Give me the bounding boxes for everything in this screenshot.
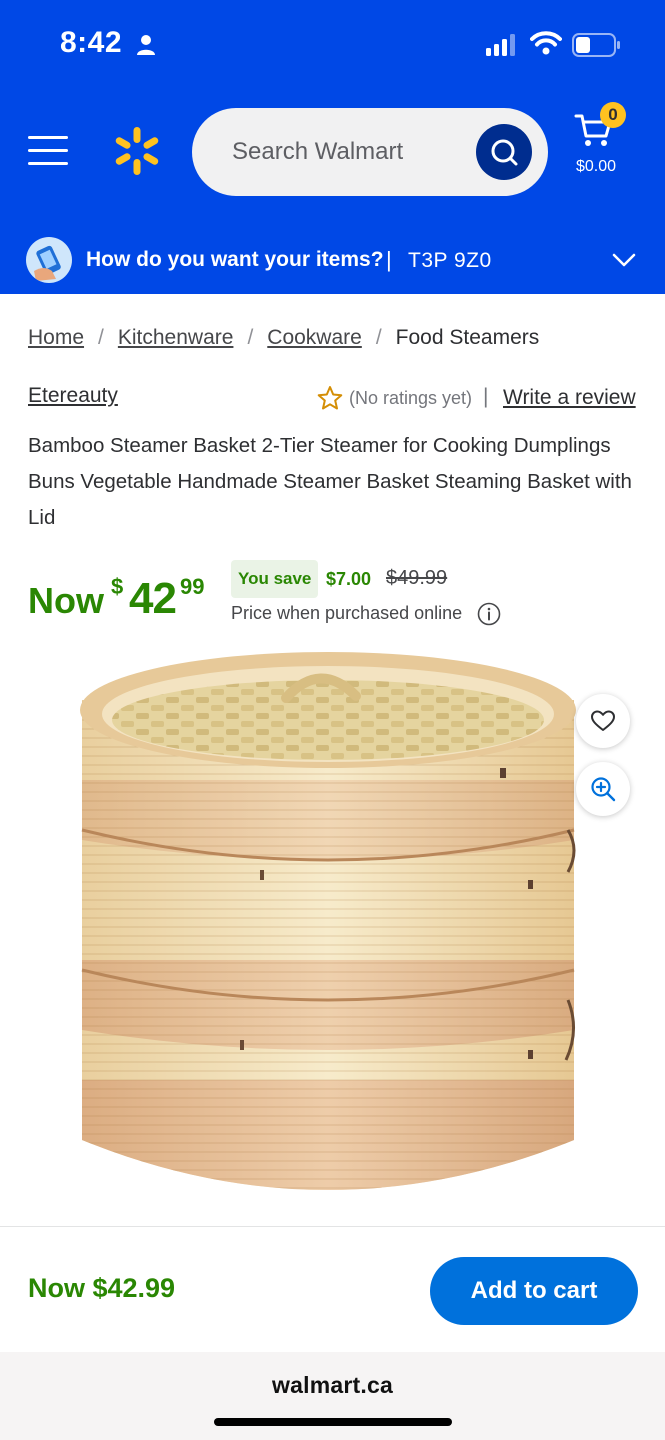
sticky-price: Now $42.99 xyxy=(28,1273,176,1303)
price-whole: 42 xyxy=(129,574,177,623)
spark-logo-icon[interactable] xyxy=(112,126,162,176)
search-icon xyxy=(491,139,518,166)
breadcrumb-separator: / xyxy=(247,326,254,349)
status-bar: 8:42 xyxy=(0,0,665,90)
favorite-button[interactable] xyxy=(576,694,630,748)
breadcrumb-cookware[interactable]: Cookware xyxy=(267,326,362,349)
sticky-purchase-bar: Now $42.99 Add to cart xyxy=(0,1226,665,1352)
price-now-label: Now xyxy=(28,580,104,621)
person-icon xyxy=(137,35,155,55)
wifi-icon xyxy=(530,31,562,55)
zoom-in-icon xyxy=(591,777,616,802)
chevron-down-icon[interactable] xyxy=(612,252,636,268)
was-price: $49.99 xyxy=(386,567,448,589)
app-header: 8:42 Search Walmart 0 $0.00 How do you w… xyxy=(0,0,665,294)
product-title: Bamboo Steamer Basket 2-Tier Steamer for… xyxy=(28,434,632,529)
delivery-question: How do you want your items? xyxy=(86,248,384,271)
breadcrumb: Home / Kitchenware / Cookware / Food Steamers xyxy=(28,326,539,350)
home-indicator[interactable] xyxy=(214,1418,452,1426)
delivery-icon xyxy=(26,237,72,283)
breadcrumb-separator: / xyxy=(375,326,382,349)
breadcrumb-separator: / xyxy=(98,326,104,349)
you-save-badge: You save xyxy=(231,560,319,598)
status-time: 8:42 xyxy=(60,26,123,59)
browser-address-bar: walmart.ca xyxy=(0,1352,665,1440)
delivery-postal-code: T3P 9Z0 xyxy=(408,249,492,272)
breadcrumb-current: Food Steamers xyxy=(395,326,540,349)
price-currency: $ xyxy=(111,574,124,599)
save-amount: $7.00 xyxy=(326,569,372,589)
info-icon[interactable] xyxy=(477,602,501,626)
breadcrumb-home[interactable]: Home xyxy=(28,326,84,349)
zoom-button[interactable] xyxy=(576,762,630,816)
search-button[interactable] xyxy=(476,124,532,180)
cart-amount: $0.00 xyxy=(576,158,617,175)
delivery-separator: | xyxy=(386,247,392,272)
price-cents: 99 xyxy=(180,574,205,599)
write-review-link[interactable]: Write a review xyxy=(503,386,636,410)
delivery-selector[interactable]: How do you want your items? | T3P 9Z0 xyxy=(0,232,665,294)
heart-icon xyxy=(591,710,615,731)
ratings-separator: | xyxy=(483,385,489,408)
brand-link[interactable]: Etereauty xyxy=(28,384,118,408)
browser-url[interactable]: walmart.ca xyxy=(0,1372,665,1399)
battery-icon xyxy=(572,33,620,57)
add-to-cart-button[interactable]: Add to cart xyxy=(430,1257,638,1325)
price-note: Price when purchased online xyxy=(231,603,463,623)
breadcrumb-kitchenware[interactable]: Kitchenware xyxy=(118,326,234,349)
star-icon xyxy=(317,386,343,410)
search-input[interactable]: Search Walmart xyxy=(192,108,548,196)
search-placeholder: Search Walmart xyxy=(232,138,404,165)
ratings-text: (No ratings yet) xyxy=(349,388,473,408)
signal-icon xyxy=(486,34,515,56)
menu-icon[interactable] xyxy=(28,136,68,166)
product-image[interactable] xyxy=(60,640,600,1220)
cart-count-badge: 0 xyxy=(600,102,626,128)
